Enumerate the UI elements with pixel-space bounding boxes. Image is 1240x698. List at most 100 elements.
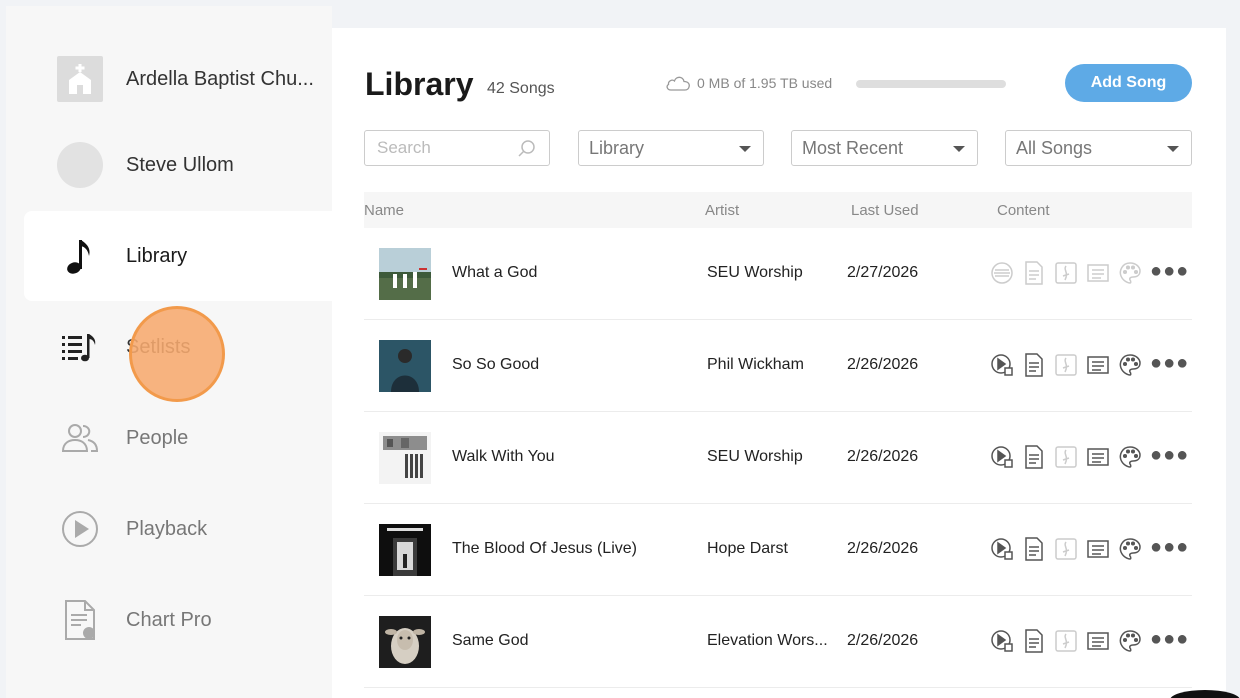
- setlist-icon: [56, 323, 104, 371]
- more-options-icon[interactable]: ●●●: [1150, 261, 1189, 281]
- album-art: [379, 524, 431, 576]
- album-art: [379, 340, 431, 392]
- content-icons: ●●●: [990, 445, 1189, 469]
- song-artist: Phil Wickham: [707, 356, 804, 373]
- palette-icon[interactable]: [1118, 537, 1142, 561]
- sidebar-item-label: Library: [126, 244, 188, 267]
- song-artist: Elevation Wors...: [707, 632, 828, 649]
- source-select[interactable]: Library: [578, 130, 764, 166]
- sidebar-item-label: People: [126, 426, 189, 449]
- music-note-icon: [56, 232, 104, 280]
- chord-chart-icon[interactable]: [1022, 445, 1046, 469]
- table-row[interactable]: So So Good Phil Wickham 2/26/2026 ●●●: [364, 320, 1192, 412]
- album-art: [379, 248, 431, 300]
- add-song-button[interactable]: Add Song: [1065, 64, 1192, 102]
- sort-select[interactable]: Most Recent: [791, 130, 978, 166]
- song-artist: SEU Worship: [707, 448, 803, 465]
- chord-chart-icon[interactable]: [1022, 353, 1046, 377]
- content-icons: ●●●: [990, 261, 1189, 285]
- lyrics-icon[interactable]: [1086, 629, 1110, 653]
- sidebar-item-label: Chart Pro: [126, 608, 212, 631]
- playback-icon[interactable]: [990, 537, 1014, 561]
- song-name[interactable]: Walk With You: [452, 448, 692, 466]
- sheet-music-icon[interactable]: [1054, 445, 1078, 469]
- page-title: Library: [365, 66, 474, 102]
- more-options-icon[interactable]: ●●●: [1150, 445, 1189, 465]
- album-art: [379, 432, 431, 484]
- column-name[interactable]: Name: [364, 202, 404, 219]
- column-content: Content: [997, 202, 1050, 219]
- sidebar: Ardella Baptist Chu... Steve Ullom Libra…: [6, 6, 332, 698]
- sheet-music-icon[interactable]: [1054, 353, 1078, 377]
- table-row[interactable]: Walk With You SEU Worship 2/26/2026 ●●●: [364, 412, 1192, 504]
- search-box[interactable]: [364, 130, 550, 166]
- more-options-icon[interactable]: ●●●: [1150, 629, 1189, 649]
- chevron-down-icon: [739, 146, 751, 152]
- content-icons: ●●●: [990, 629, 1189, 653]
- sheet-music-icon[interactable]: [1054, 629, 1078, 653]
- chart-document-icon: [56, 596, 104, 644]
- content-icons: ●●●: [990, 537, 1189, 561]
- column-last-used[interactable]: Last Used: [851, 202, 919, 219]
- song-name[interactable]: What a God: [452, 264, 692, 282]
- song-name[interactable]: The Blood Of Jesus (Live): [452, 540, 692, 558]
- palette-icon[interactable]: [1118, 629, 1142, 653]
- sidebar-item-setlists[interactable]: Setlists: [24, 302, 332, 392]
- lyrics-icon[interactable]: [1086, 537, 1110, 561]
- song-last-used: 2/27/2026: [847, 264, 919, 281]
- song-last-used: 2/26/2026: [847, 448, 919, 465]
- user-profile[interactable]: Steve Ullom: [24, 120, 332, 210]
- sidebar-item-label: Playback: [126, 517, 208, 540]
- sidebar-item-chart-pro[interactable]: Chart Pro: [24, 575, 332, 665]
- lyrics-icon[interactable]: [1086, 353, 1110, 377]
- album-art: [379, 616, 431, 668]
- audio-stream-icon[interactable]: [990, 261, 1014, 285]
- lyrics-icon[interactable]: [1086, 445, 1110, 469]
- song-count: 42 Songs: [487, 80, 555, 97]
- palette-icon[interactable]: [1118, 353, 1142, 377]
- playback-icon[interactable]: [990, 445, 1014, 469]
- search-icon: [518, 140, 535, 157]
- playback-icon[interactable]: [990, 353, 1014, 377]
- church-selector[interactable]: Ardella Baptist Chu...: [24, 34, 332, 124]
- sidebar-item-label: Setlists: [126, 335, 191, 358]
- play-circle-icon: [56, 505, 104, 553]
- sidebar-item-people[interactable]: People: [24, 393, 332, 483]
- palette-icon[interactable]: [1118, 445, 1142, 469]
- storage-bar: [856, 80, 1006, 88]
- scope-select[interactable]: All Songs: [1005, 130, 1192, 166]
- chevron-down-icon: [1167, 146, 1179, 152]
- song-name[interactable]: So So Good: [452, 356, 692, 374]
- church-name: Ardella Baptist Chu...: [126, 67, 314, 90]
- chevron-down-icon: [953, 146, 965, 152]
- table-header: Name Artist Last Used Content: [364, 192, 1192, 228]
- sheet-music-icon[interactable]: [1054, 261, 1078, 285]
- more-options-icon[interactable]: ●●●: [1150, 537, 1189, 557]
- sheet-music-icon[interactable]: [1054, 537, 1078, 561]
- lyrics-icon[interactable]: [1086, 261, 1110, 285]
- table-row[interactable]: The Blood Of Jesus (Live) Hope Darst 2/2…: [364, 504, 1192, 596]
- chord-chart-icon[interactable]: [1022, 537, 1046, 561]
- search-input[interactable]: [377, 138, 517, 158]
- palette-icon[interactable]: [1118, 261, 1142, 285]
- people-icon: [56, 414, 104, 462]
- song-artist: Hope Darst: [707, 540, 788, 557]
- content-icons: ●●●: [990, 353, 1189, 377]
- song-last-used: 2/26/2026: [847, 356, 919, 373]
- sort-select-value: Most Recent: [802, 137, 904, 158]
- table-row[interactable]: Same God Elevation Wors... 2/26/2026 ●●●: [364, 596, 1192, 688]
- more-options-icon[interactable]: ●●●: [1150, 353, 1189, 373]
- song-last-used: 2/26/2026: [847, 632, 919, 649]
- scope-select-value: All Songs: [1016, 137, 1093, 158]
- song-name[interactable]: Same God: [452, 632, 692, 650]
- storage-text: 0 MB of 1.95 TB used: [697, 75, 833, 91]
- sidebar-item-playback[interactable]: Playback: [24, 484, 332, 574]
- table-row[interactable]: What a God SEU Worship 2/27/2026 ●●●: [364, 228, 1192, 320]
- church-icon: [56, 55, 104, 103]
- chord-chart-icon[interactable]: [1022, 261, 1046, 285]
- sidebar-item-library[interactable]: Library: [24, 211, 332, 301]
- column-artist[interactable]: Artist: [705, 202, 739, 219]
- chord-chart-icon[interactable]: [1022, 629, 1046, 653]
- cloud-icon: [666, 76, 690, 91]
- playback-icon[interactable]: [990, 629, 1014, 653]
